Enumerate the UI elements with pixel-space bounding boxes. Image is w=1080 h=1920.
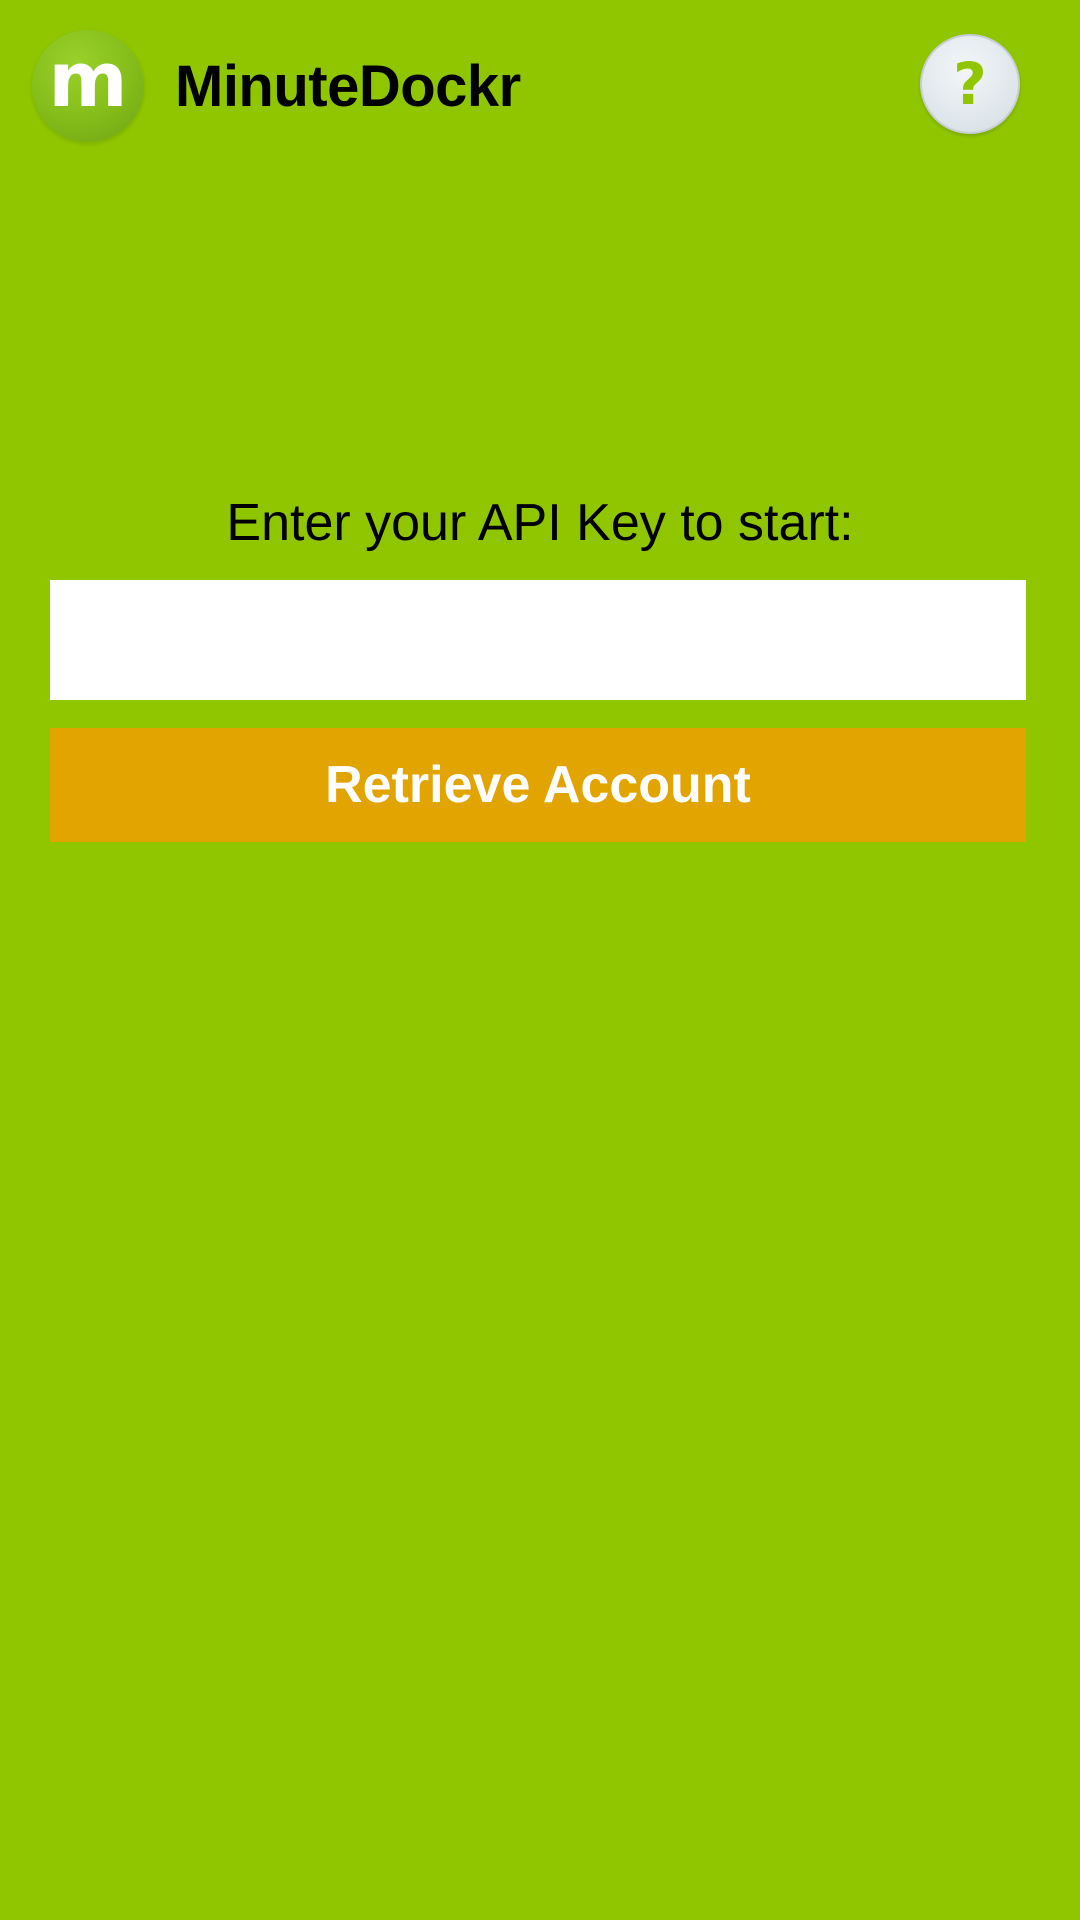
app-title: MinuteDockr xyxy=(175,54,521,119)
logo-letter: m xyxy=(48,35,128,124)
app-header: m MinuteDockr ? xyxy=(0,0,1080,180)
app-logo-icon: m xyxy=(32,30,144,142)
help-button[interactable]: ? xyxy=(920,34,1020,134)
api-key-prompt: Enter your API Key to start: xyxy=(226,494,854,552)
question-mark-icon: ? xyxy=(953,50,987,118)
retrieve-account-button[interactable]: Retrieve Account xyxy=(50,728,1026,842)
api-key-input[interactable] xyxy=(50,580,1026,700)
